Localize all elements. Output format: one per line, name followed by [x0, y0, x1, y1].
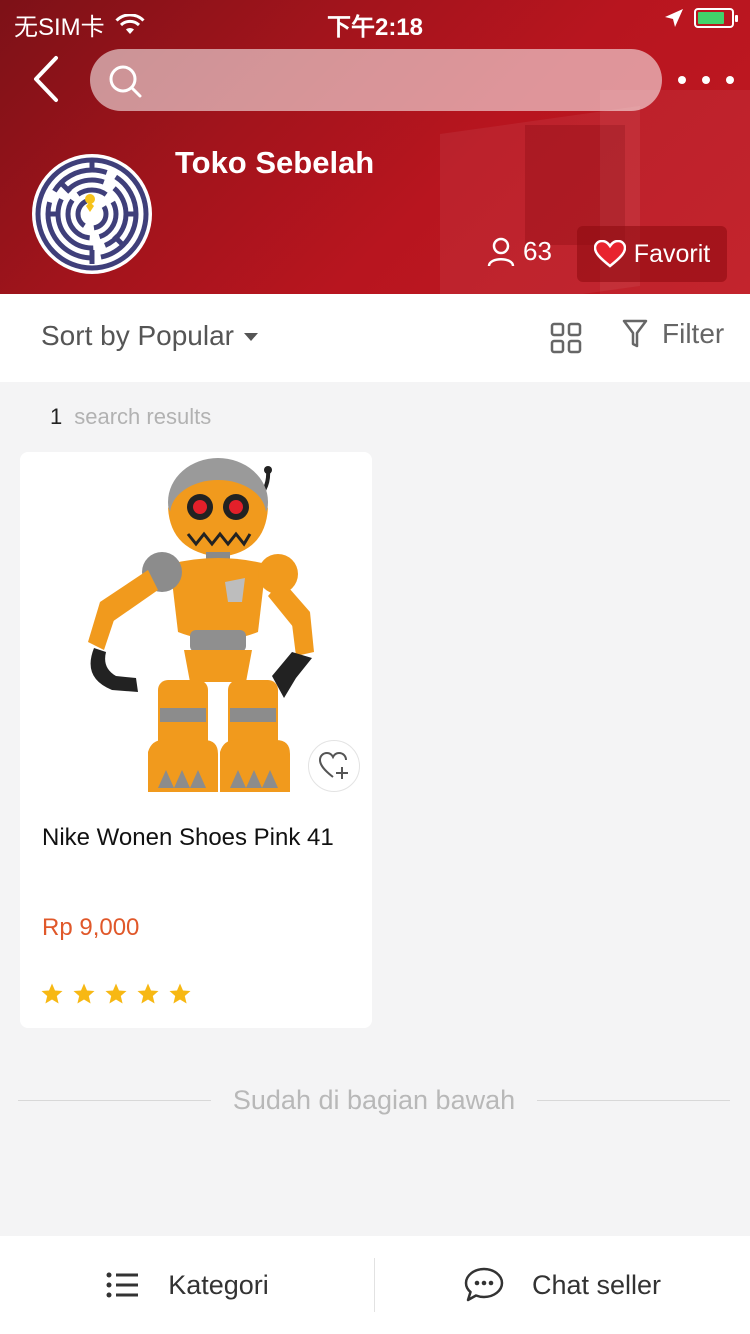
results-label: search results	[74, 404, 212, 429]
add-to-wishlist-button[interactable]	[308, 740, 360, 792]
followers-count: 63	[487, 236, 552, 267]
sort-dropdown[interactable]: Sort by Popular	[41, 320, 258, 352]
grid-icon	[550, 322, 582, 354]
product-title: Nike Wonen Shoes Pink 41	[42, 824, 334, 851]
chat-bubble-icon	[464, 1267, 504, 1302]
filter-icon	[622, 319, 648, 348]
search-icon	[109, 65, 142, 98]
battery-icon	[694, 8, 738, 28]
end-of-list-notice: Sudah di bagian bawah	[18, 1082, 731, 1118]
heart-icon	[593, 240, 626, 268]
filter-button[interactable]: Filter	[622, 318, 724, 350]
search-bar[interactable]	[90, 49, 662, 111]
rating-stars	[40, 982, 192, 1006]
star-icon	[169, 983, 191, 1004]
bottom-action-bar: Kategori Chat seller	[0, 1236, 750, 1334]
chat-seller-label: Chat seller	[531, 1269, 662, 1300]
location-arrow-icon	[665, 9, 683, 27]
dot-icon	[678, 76, 686, 84]
list-icon	[106, 1272, 139, 1298]
chevron-left-icon	[34, 56, 58, 102]
bottom-bar-divider	[374, 1258, 375, 1312]
star-icon	[105, 983, 127, 1004]
shop-avatar[interactable]	[32, 154, 152, 274]
favorite-label: Favorit	[633, 239, 711, 268]
product-card[interactable]: Nike Wonen Shoes Pink 41 Rp 9,000	[20, 452, 372, 1028]
shop-header: 无SIM卡 下午2:18 Toko Sebelah 63 Favorit	[0, 0, 750, 294]
product-price: Rp 9,000	[42, 914, 140, 941]
status-bar: 无SIM卡 下午2:18	[0, 0, 750, 41]
clock: 下午2:18	[326, 14, 424, 41]
maze-logo-icon	[35, 157, 149, 271]
sort-filter-bar: Sort by Popular Filter	[0, 294, 750, 382]
end-of-list-text: Sudah di bagian bawah	[232, 1084, 516, 1115]
category-button[interactable]: Kategori	[0, 1236, 375, 1334]
heart-plus-icon	[318, 751, 348, 779]
category-label: Kategori	[168, 1269, 269, 1300]
grid-view-toggle[interactable]	[550, 322, 582, 354]
dot-icon	[702, 76, 710, 84]
divider-line	[537, 1099, 731, 1101]
caret-down-icon	[244, 333, 258, 341]
status-right	[664, 8, 738, 28]
followers-number: 63	[523, 236, 552, 266]
star-icon	[41, 983, 63, 1004]
filter-label: Filter	[662, 318, 725, 349]
divider-line	[18, 1099, 211, 1101]
favorite-shop-button[interactable]: Favorit	[577, 226, 727, 282]
user-icon	[487, 237, 515, 266]
sort-label: Sort by Popular	[41, 320, 234, 351]
more-options-button[interactable]	[678, 66, 734, 94]
back-button[interactable]	[26, 54, 70, 104]
star-icon	[73, 983, 95, 1004]
shop-name: Toko Sebelah	[175, 145, 375, 180]
results-count: 1 search results	[50, 404, 211, 430]
search-input[interactable]	[156, 59, 636, 101]
chat-seller-button[interactable]: Chat seller	[375, 1236, 750, 1334]
results-number: 1	[50, 404, 63, 429]
dot-icon	[726, 76, 734, 84]
star-icon	[137, 983, 159, 1004]
